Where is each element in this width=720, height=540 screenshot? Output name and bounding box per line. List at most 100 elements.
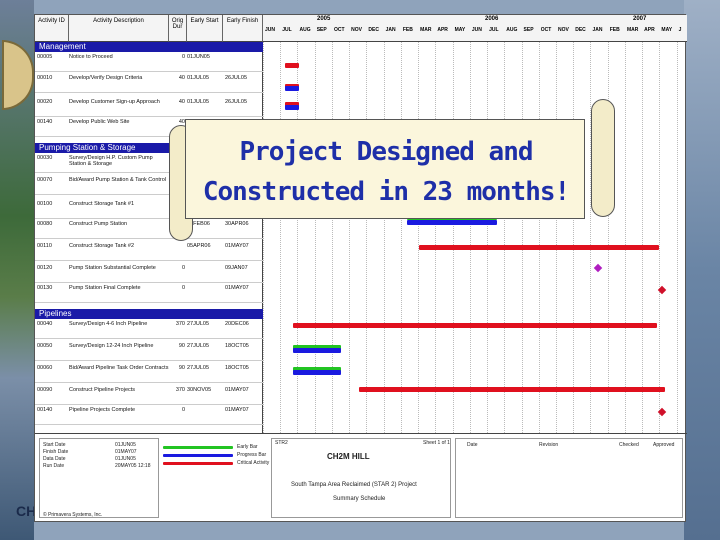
data-date: 01JUN05 xyxy=(115,456,136,462)
cell-finish: 01MAY07 xyxy=(225,243,249,249)
header-activity-id: Activity ID xyxy=(35,15,69,42)
schedule-name: Summary Schedule xyxy=(333,496,386,502)
cell-desc: Pipeline Projects Complete xyxy=(69,407,136,413)
month-row: JUN JUL AUG SEP OCT NOV DEC JAN FEB MAR APR MAY JUN J… xyxy=(263,25,687,41)
data-date-label: Data Date xyxy=(43,456,66,462)
month-label: JAN xyxy=(592,27,603,33)
run-date: 20MAY05 12:18 xyxy=(115,463,151,469)
month-label: JUL xyxy=(282,27,292,33)
gantt-bar xyxy=(293,323,657,328)
cell-finish: 01MAY07 xyxy=(225,387,249,393)
legend-progress-bar: Progress Bar xyxy=(237,452,267,458)
cell-desc: Survey/Design 12-24 Inch Pipeline xyxy=(69,343,154,349)
company-name: CH2M HILL xyxy=(327,452,370,461)
month-label: NOV xyxy=(351,27,363,33)
cell-start: 27JUL05 xyxy=(187,343,210,349)
table-row: 00110 Construct Storage Tank #2 05APR06 01M… xyxy=(35,241,263,261)
cell-id: 00140 xyxy=(37,407,53,413)
sheet-number: Sheet 1 of 1 xyxy=(423,440,450,446)
cell-start: 30NOV05 xyxy=(187,387,212,393)
month-label: DEC xyxy=(575,27,586,33)
month-label: OCT xyxy=(540,27,552,33)
cell-start: 27JUL05 xyxy=(187,321,210,327)
cell-dur: 0 xyxy=(181,285,185,291)
cell-id: 00130 xyxy=(37,285,53,291)
table-row: 00040 Survey/Design 4-6 Inch Pipeline 370 2… xyxy=(35,319,263,339)
table-row: 00060 Bid/Award Pipeline Task Order Contr… xyxy=(35,363,263,383)
cell-dur: 0 xyxy=(181,407,185,413)
month-label: APR xyxy=(437,27,448,33)
header-orig-dur: Orig Dur xyxy=(169,15,187,42)
cell-desc: Construct Storage Tank #2 xyxy=(69,243,135,249)
legend-early-bar-swatch xyxy=(163,446,233,449)
cell-desc: Survey/Design 4-6 Inch Pipeline xyxy=(69,321,148,327)
month-label: OCT xyxy=(333,27,345,33)
cell-desc: Develop Public Web Site xyxy=(69,119,130,125)
gantt-bar xyxy=(293,348,341,353)
approved-header: Approved xyxy=(653,442,675,448)
section-header: Management xyxy=(35,42,263,52)
year-label: 2007 xyxy=(633,16,647,22)
legend-progress-bar-swatch xyxy=(163,454,233,457)
run-date-label: Run Date xyxy=(43,463,65,469)
cell-desc: Construct Pipeline Projects xyxy=(69,387,136,393)
cell-id: 00050 xyxy=(37,343,53,349)
month-label: AUG xyxy=(299,27,311,33)
callout-scroll: Project Designed and Constructed in 23 m… xyxy=(167,97,619,241)
start-date: 01JUN05 xyxy=(115,442,136,448)
cell-start: 01JUN05 xyxy=(187,54,210,60)
grid-line xyxy=(659,42,661,433)
cell-id: 00110 xyxy=(37,243,52,249)
background-photo-right xyxy=(684,0,720,540)
cell-desc: Bid/Award Pump Station & Tank Control xyxy=(69,177,167,183)
cell-desc: Notice to Proceed xyxy=(69,54,113,60)
gantt-bar xyxy=(359,387,665,392)
milestone-diamond xyxy=(593,263,603,273)
legend-critical: Critical Activity xyxy=(237,460,270,466)
cell-finish: 18OCT05 xyxy=(225,365,249,371)
finish-date-label: Finish Date xyxy=(43,449,69,455)
month-label: FEB xyxy=(609,27,620,33)
title-box xyxy=(271,438,451,518)
cell-dur: 90 xyxy=(178,365,185,371)
table-row: 00005 Notice to Proceed 0 01JUN05 xyxy=(35,52,263,72)
cell-finish: 26JUL05 xyxy=(225,75,248,81)
cell-finish: 01MAY07 xyxy=(225,407,249,413)
cell-dur: 0 xyxy=(181,265,185,271)
table-row: 00120 Pump Station Substantial Complete 0 0… xyxy=(35,263,263,283)
revision-header: Revision xyxy=(539,442,559,448)
cell-id: 00005 xyxy=(37,54,53,60)
cell-dur: 370 xyxy=(175,321,185,327)
gantt-sheet: Activity ID Activity Description Orig Du… xyxy=(34,14,687,523)
start-date-label: Start Date xyxy=(43,442,66,448)
cell-id: 00080 xyxy=(37,221,53,227)
table-row: 00140 Pipeline Projects Complete 0 01MAY07 xyxy=(35,405,263,425)
header-description: Activity Description xyxy=(69,15,169,42)
cell-id: 00090 xyxy=(37,387,53,393)
year-label: 2006 xyxy=(485,16,499,22)
cell-id: 00140 xyxy=(37,119,53,125)
table-row: 00050 Survey/Design 12-24 Inch Pipeline 90… xyxy=(35,341,263,361)
gantt-bar xyxy=(293,370,341,375)
month-label: MAR xyxy=(420,27,432,33)
timeline-header: 2005 2006 2007 JUN JUL AUG SEP OCT NOV DEC JAN F… xyxy=(263,15,687,42)
revision-box xyxy=(455,438,683,518)
table-row: 00090 Construct Pipeline Projects 370 30NOV… xyxy=(35,385,263,405)
grid-line xyxy=(676,42,678,433)
month-label: JAN xyxy=(385,27,396,33)
cell-dur: 40 xyxy=(178,75,185,81)
grid-line xyxy=(642,42,644,433)
schedule-legend: Start Date 01JUN05 Finish Date 01MAY07 D… xyxy=(35,433,687,523)
cell-desc: Bid/Award Pipeline Task Order Contracts xyxy=(69,365,169,371)
gantt-bar xyxy=(285,63,299,68)
gantt-bar xyxy=(285,86,299,91)
project-code: STR2 xyxy=(275,440,288,446)
month-label: SEP xyxy=(316,27,327,33)
cell-desc: Pump Station Final Complete xyxy=(69,285,141,291)
month-label: J xyxy=(678,27,682,33)
revision-date-header: Date xyxy=(467,442,478,448)
project-name: South Tampa Area Reclaimed (STAR 2) Proj… xyxy=(291,482,417,488)
callout-line-2: Constructed in 23 months! xyxy=(202,177,570,207)
cell-desc: Construct Pump Station xyxy=(69,221,128,227)
cell-finish: 01MAY07 xyxy=(225,285,249,291)
